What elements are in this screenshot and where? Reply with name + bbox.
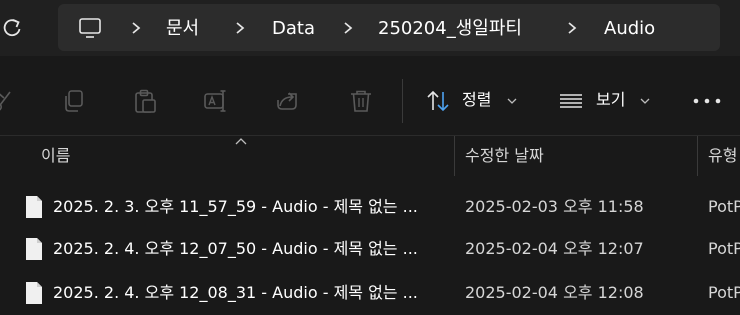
file-modified-date: 2025-02-04 오후 12:08 — [465, 283, 644, 302]
delete-icon[interactable] — [348, 88, 374, 114]
command-bar: 정렬 보기 — [0, 56, 740, 136]
file-name: 2025. 2. 4. 오후 12_08_31 - Audio - 제목 없는 … — [53, 283, 418, 302]
sort-icon — [427, 90, 449, 112]
chevron-down-icon — [507, 98, 517, 104]
file-icon — [26, 282, 42, 304]
column-divider[interactable] — [697, 136, 698, 176]
sort-label: 정렬 — [462, 90, 492, 109]
chevron-right-icon[interactable] — [341, 18, 355, 38]
breadcrumb-data[interactable]: Data — [272, 18, 315, 40]
chevron-right-icon[interactable] — [129, 18, 143, 38]
more-options-icon[interactable] — [690, 93, 724, 109]
breadcrumb-audio[interactable]: Audio — [604, 18, 655, 40]
column-divider[interactable] — [454, 136, 455, 176]
file-type: PotP — [708, 283, 740, 302]
file-modified-date: 2025-02-03 오후 11:58 — [465, 197, 644, 216]
sort-ascending-icon — [235, 138, 247, 145]
chevron-right-icon[interactable] — [233, 18, 247, 38]
file-name: 2025. 2. 4. 오후 12_07_50 - Audio - 제목 없는 … — [53, 239, 418, 258]
navigation-bar: 문서 Data 250204_생일파티 Audio — [0, 0, 740, 56]
breadcrumb-birthday-party[interactable]: 250204_생일파티 — [378, 18, 522, 40]
file-type: PotP — [708, 197, 740, 216]
column-header: 이름 수정한 날짜 유형 — [0, 136, 740, 176]
column-type[interactable]: 유형 — [708, 146, 737, 166]
file-icon — [26, 238, 42, 260]
column-name[interactable]: 이름 — [41, 146, 70, 166]
chevron-down-icon — [640, 98, 650, 104]
toolbar-divider — [402, 79, 403, 123]
file-row[interactable]: 2025. 2. 4. 오후 12_07_50 - Audio - 제목 없는 … — [0, 229, 740, 269]
this-pc-icon[interactable] — [78, 17, 102, 39]
refresh-icon — [3, 19, 21, 37]
view-list-icon — [560, 94, 582, 108]
paste-icon[interactable] — [132, 88, 158, 114]
file-icon — [26, 196, 42, 218]
file-explorer-window: 문서 Data 250204_생일파티 Audio 정렬 보기 이름 수정한 날… — [0, 0, 740, 315]
file-row[interactable]: 2025. 2. 4. 오후 12_08_31 - Audio - 제목 없는 … — [0, 273, 740, 313]
breadcrumb-documents[interactable]: 문서 — [166, 18, 199, 40]
copy-icon[interactable] — [61, 88, 87, 114]
cut-icon[interactable] — [0, 88, 16, 114]
chevron-right-icon[interactable] — [565, 18, 579, 38]
file-type: PotP — [708, 239, 740, 258]
column-modified[interactable]: 수정한 날짜 — [465, 146, 544, 166]
file-modified-date: 2025-02-04 오후 12:07 — [465, 239, 644, 258]
file-name: 2025. 2. 3. 오후 11_57_59 - Audio - 제목 없는 … — [53, 197, 418, 216]
refresh-button[interactable] — [0, 14, 28, 42]
view-label: 보기 — [596, 90, 626, 109]
address-bar[interactable]: 문서 Data 250204_생일파티 Audio — [58, 4, 720, 51]
file-row[interactable]: 2025. 2. 3. 오후 11_57_59 - Audio - 제목 없는 … — [0, 187, 740, 227]
rename-icon[interactable] — [203, 88, 229, 114]
share-icon[interactable] — [275, 88, 301, 114]
